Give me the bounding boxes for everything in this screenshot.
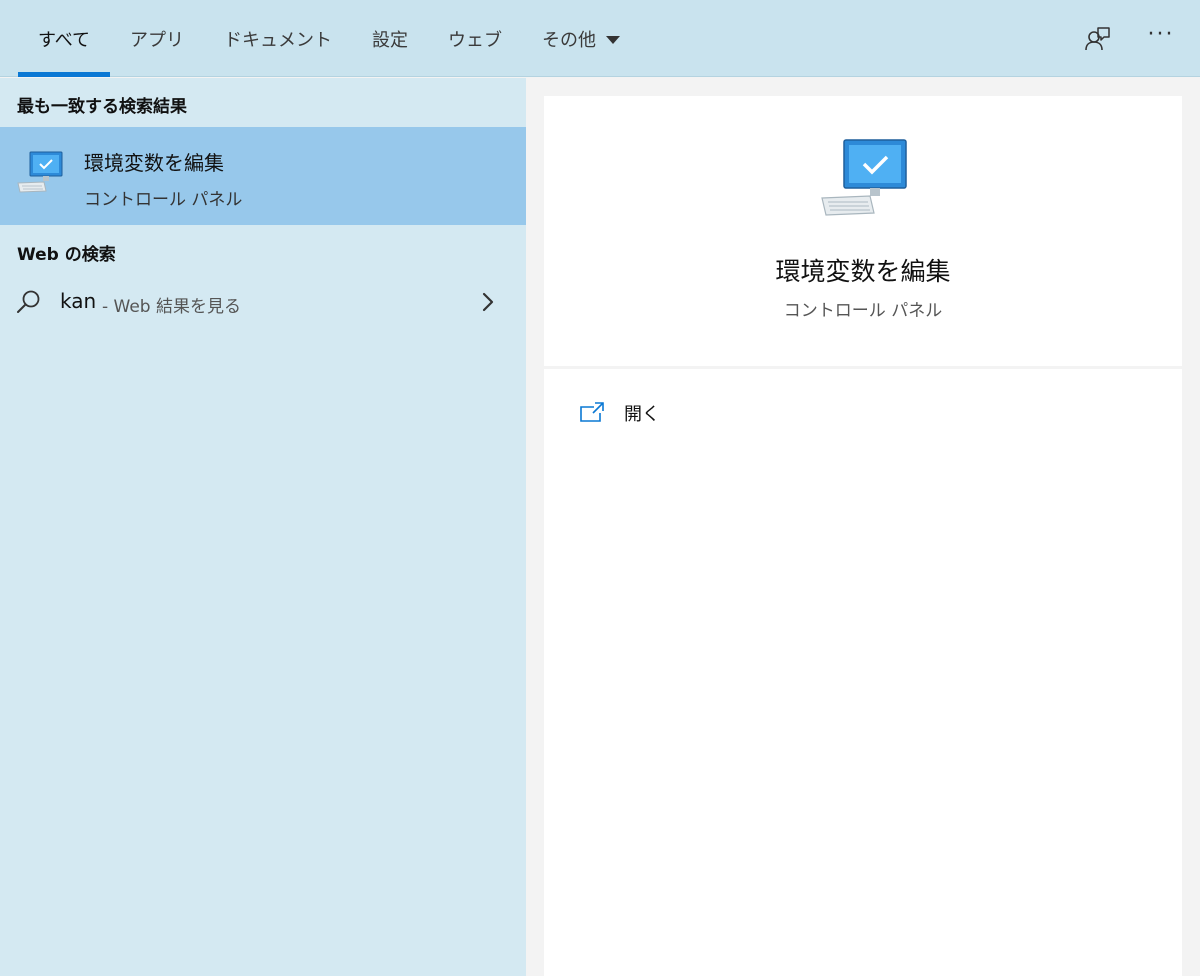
open-action-label: 開く [624, 404, 660, 425]
tab-web[interactable]: ウェブ [428, 0, 522, 77]
chevron-right-icon[interactable] [480, 291, 496, 313]
web-search-suffix: - Web 結果を見る [102, 297, 242, 317]
more-dots-icon: ··· [1147, 21, 1175, 47]
web-search-query: kan [60, 289, 97, 313]
best-match-result[interactable]: 環境変数を編集 コントロール パネル [0, 127, 526, 225]
tab-apps[interactable]: アプリ [110, 0, 204, 77]
tab-more[interactable]: その他 [522, 0, 640, 77]
tab-label: すべて [38, 29, 91, 51]
preview-title: 環境変数を編集 [775, 257, 951, 286]
tab-label: 設定 [372, 29, 409, 51]
best-match-title: 環境変数を編集 [84, 151, 224, 175]
tab-settings[interactable]: 設定 [352, 0, 428, 77]
control-panel-monitor-icon [821, 139, 907, 216]
web-search-result[interactable]: kan - Web 結果を見る [0, 277, 526, 329]
chevron-down-icon [606, 35, 621, 44]
tab-label: アプリ [130, 29, 185, 51]
tab-label: ドキュメント [224, 29, 333, 51]
tab-label: ウェブ [448, 29, 503, 51]
actions-card: 開く [544, 369, 1182, 976]
tab-label: その他 [542, 29, 597, 51]
feedback-button[interactable] [1074, 16, 1120, 62]
filter-tabs: すべて アプリ ドキュメント 設定 ウェブ その他 [18, 0, 640, 77]
search-filter-bar: すべて アプリ ドキュメント 設定 ウェブ その他 ··· [0, 0, 1200, 77]
feedback-person-icon [1085, 26, 1110, 50]
more-options-button[interactable]: ··· [1138, 16, 1184, 62]
open-window-icon [580, 402, 604, 422]
open-action[interactable]: 開く [568, 389, 868, 437]
preview-subtitle: コントロール パネル [783, 301, 943, 321]
control-panel-monitor-icon [17, 151, 63, 193]
best-match-subtitle: コントロール パネル [84, 190, 243, 210]
preview-card: 環境変数を編集 コントロール パネル [544, 96, 1182, 366]
results-panel: 最も一致する検索結果 環境変数を編集 コントロール パネル Web の検索 ka… [0, 78, 526, 976]
topbar-actions: ··· [1074, 0, 1184, 77]
tab-documents[interactable]: ドキュメント [204, 0, 352, 77]
tab-all[interactable]: すべて [18, 0, 111, 77]
best-match-heading: 最も一致する検索結果 [17, 97, 187, 117]
web-search-heading: Web の検索 [17, 245, 116, 265]
search-icon [17, 290, 40, 313]
